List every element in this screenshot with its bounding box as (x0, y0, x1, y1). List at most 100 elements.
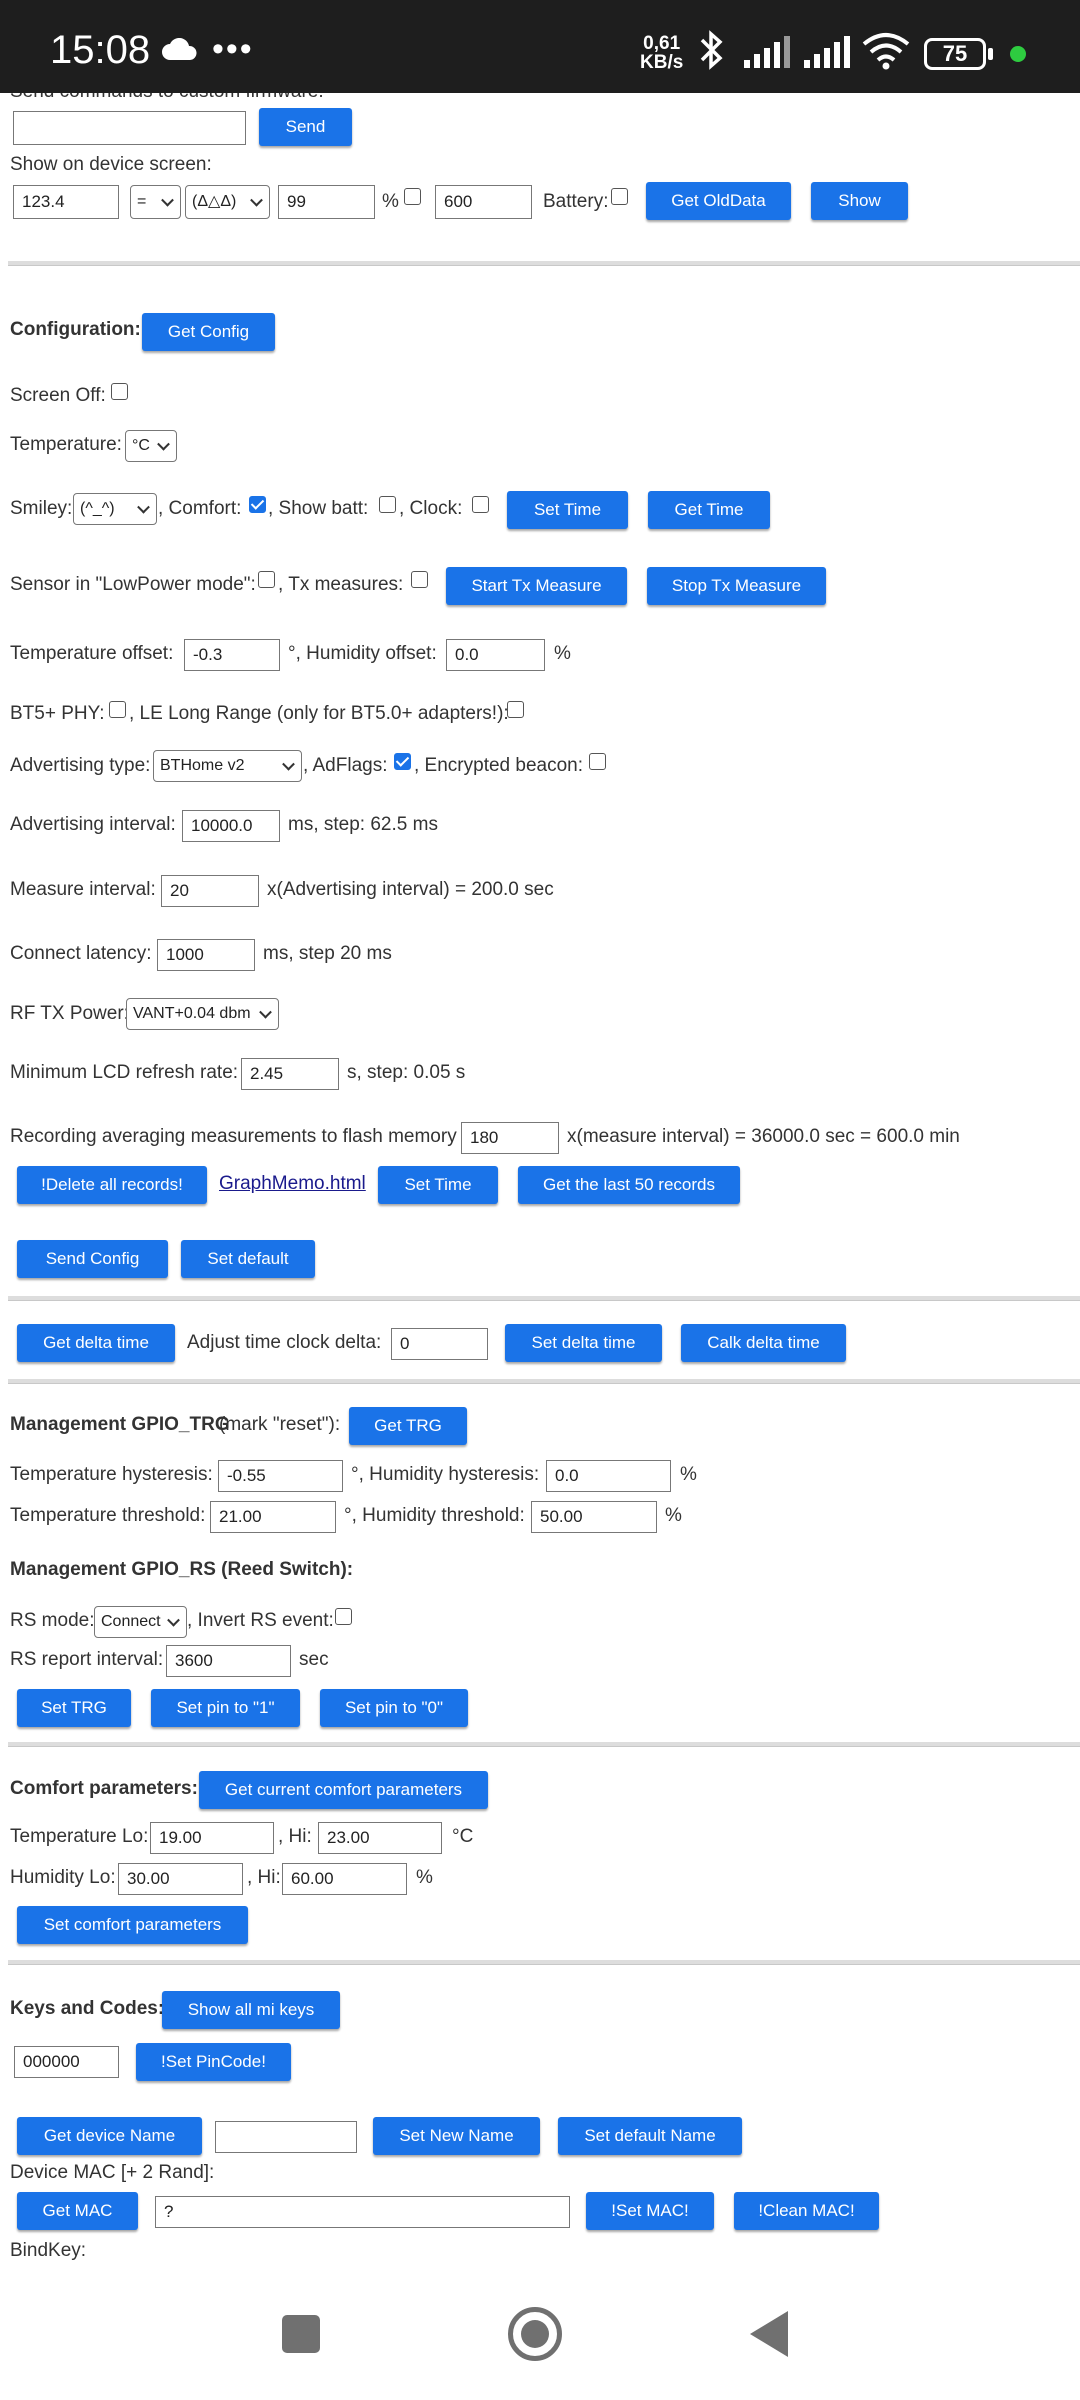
connect-latency-input[interactable]: 1000 (157, 939, 255, 971)
screen-off-checkbox[interactable] (111, 383, 128, 400)
set-pin-0-button[interactable]: Set pin to "0" (320, 1689, 468, 1727)
get-trg-button[interactable]: Get TRG (349, 1407, 467, 1445)
recent-apps-icon[interactable] (282, 2315, 320, 2353)
lowpower-checkbox[interactable] (258, 571, 275, 588)
smiley-select[interactable]: (^_^) (73, 493, 157, 525)
delete-all-records-button[interactable]: !Delete all records! (17, 1166, 207, 1204)
humidity-offset-input[interactable]: 0.0 (446, 639, 545, 671)
get-delta-time-button[interactable]: Get delta time (17, 1324, 175, 1362)
tx-measures-checkbox[interactable] (411, 571, 428, 588)
set-time-records-button[interactable]: Set Time (378, 1166, 498, 1204)
screen-smiley-select[interactable]: (Δ△Δ) (185, 185, 270, 219)
navigation-bar (0, 2265, 1080, 2400)
clean-mac-button[interactable]: !Clean MAC! (734, 2192, 879, 2230)
measure-interval-input[interactable]: 20 (161, 875, 259, 907)
adv-interval-input[interactable]: 10000.0 (182, 810, 280, 842)
temp-hi-input[interactable]: 23.00 (318, 1822, 442, 1854)
screen-time-input[interactable]: 600 (435, 185, 532, 219)
calk-delta-time-button[interactable]: Calk delta time (681, 1324, 846, 1362)
rs-report-input[interactable]: 3600 (166, 1645, 291, 1677)
set-trg-button[interactable]: Set TRG (17, 1689, 131, 1727)
bindkey-label: BindKey: (10, 2240, 87, 2261)
temp-offset-input[interactable]: -0.3 (184, 639, 280, 671)
status-time: 15:08 (50, 28, 151, 72)
connect-latency-label: Connect latency: (10, 943, 152, 964)
get-time-button[interactable]: Get Time (648, 491, 770, 529)
back-icon[interactable] (750, 2311, 788, 2357)
long-range-checkbox[interactable] (507, 701, 524, 718)
privacy-indicator-dot (1010, 46, 1026, 62)
graphmemo-link[interactable]: GraphMemo.html (219, 1173, 366, 1195)
set-new-name-button[interactable]: Set New Name (373, 2117, 540, 2155)
temp-hysteresis-label: Temperature hysteresis: (10, 1464, 213, 1485)
clock-label: , Clock: (399, 498, 463, 519)
encrypted-beacon-checkbox[interactable] (589, 753, 606, 770)
get-config-button[interactable]: Get Config (142, 313, 275, 351)
mac-input[interactable]: ? (155, 2196, 570, 2228)
battery-icon: 75 (924, 38, 986, 70)
set-comfort-button[interactable]: Set comfort parameters (17, 1906, 248, 1944)
start-tx-measure-button[interactable]: Start Tx Measure (446, 567, 627, 605)
screen-temp-input[interactable]: 123.4 (13, 185, 119, 219)
adjust-delta-input[interactable]: 0 (391, 1328, 488, 1360)
battery-checkbox[interactable] (611, 188, 628, 205)
temperature-unit-select[interactable]: °C (125, 430, 177, 462)
temp-hysteresis-input[interactable]: -0.55 (218, 1460, 343, 1492)
device-mac-label: Device MAC [+ 2 Rand]: (10, 2162, 215, 2183)
adv-type-label: Advertising type: (10, 755, 151, 776)
rs-mode-select[interactable]: Connect (94, 1606, 187, 1638)
clock-checkbox[interactable] (472, 496, 489, 513)
set-pincode-button[interactable]: !Set PinCode! (136, 2043, 291, 2081)
hum-threshold-input[interactable]: 50.00 (531, 1501, 657, 1533)
bt5-phy-checkbox[interactable] (109, 701, 126, 718)
hum-lo-input[interactable]: 30.00 (118, 1863, 243, 1895)
rs-report-label: RS report interval: (10, 1649, 164, 1670)
recording-label: Recording averaging measurements to flas… (10, 1126, 457, 1147)
get-comfort-button[interactable]: Get current comfort parameters (199, 1771, 488, 1809)
rf-tx-power-select[interactable]: VANT+0.04 dbm (126, 998, 279, 1030)
configuration-title: Configuration: (10, 319, 141, 340)
show-button[interactable]: Show (811, 182, 908, 220)
lcd-refresh-input[interactable]: 2.45 (241, 1058, 339, 1090)
operator-select[interactable]: = (130, 185, 181, 219)
stop-tx-measure-button[interactable]: Stop Tx Measure (647, 567, 826, 605)
set-default-button[interactable]: Set default (181, 1240, 315, 1278)
screen-humidity-input[interactable]: 99 (278, 185, 375, 219)
screen-percent-checkbox[interactable] (404, 188, 421, 205)
rf-tx-power-label: RF TX Power: (10, 1003, 129, 1024)
pincode-input[interactable]: 000000 (14, 2046, 119, 2078)
invert-rs-checkbox[interactable] (335, 1608, 352, 1625)
measure-interval-result: x(Advertising interval) = 200.0 sec (267, 879, 554, 900)
get-olddata-button[interactable]: Get OldData (646, 182, 791, 220)
set-delta-time-button[interactable]: Set delta time (505, 1324, 662, 1362)
get-device-name-button[interactable]: Get device Name (17, 2117, 202, 2155)
show-batt-checkbox[interactable] (379, 496, 396, 513)
temp-lo-label: Temperature Lo: (10, 1826, 149, 1847)
hum-hysteresis-input[interactable]: 0.0 (546, 1460, 671, 1492)
send-button[interactable]: Send (259, 108, 352, 146)
send-commands-label: Send commands to custom firmware: (10, 93, 324, 104)
hum-hi-label: , Hi: (247, 1867, 281, 1888)
set-default-name-button[interactable]: Set default Name (558, 2117, 742, 2155)
get-mac-button[interactable]: Get MAC (17, 2192, 138, 2230)
get-last-records-button[interactable]: Get the last 50 records (518, 1166, 740, 1204)
set-pin-1-button[interactable]: Set pin to "1" (151, 1689, 300, 1727)
cloud-icon (162, 38, 197, 60)
recording-input[interactable]: 180 (461, 1122, 559, 1154)
send-config-button[interactable]: Send Config (17, 1240, 168, 1278)
comfort-checkbox[interactable] (249, 496, 266, 513)
temp-lo-input[interactable]: 19.00 (150, 1822, 274, 1854)
device-name-input[interactable] (215, 2121, 357, 2153)
adv-type-select[interactable]: BTHome v2 (153, 750, 302, 782)
adflags-checkbox[interactable] (394, 753, 411, 770)
show-mi-keys-button[interactable]: Show all mi keys (162, 1991, 340, 2029)
set-mac-button[interactable]: !Set MAC! (586, 2192, 714, 2230)
divider (8, 1742, 1080, 1747)
show-batt-label: , Show batt: (268, 498, 369, 519)
command-input[interactable] (13, 111, 246, 145)
lowpower-label: Sensor in "LowPower mode": (10, 574, 256, 595)
set-time-button[interactable]: Set Time (507, 491, 628, 529)
show-on-screen-label: Show on device screen: (10, 154, 212, 175)
temp-threshold-input[interactable]: 21.00 (210, 1501, 336, 1533)
hum-hi-input[interactable]: 60.00 (282, 1863, 407, 1895)
